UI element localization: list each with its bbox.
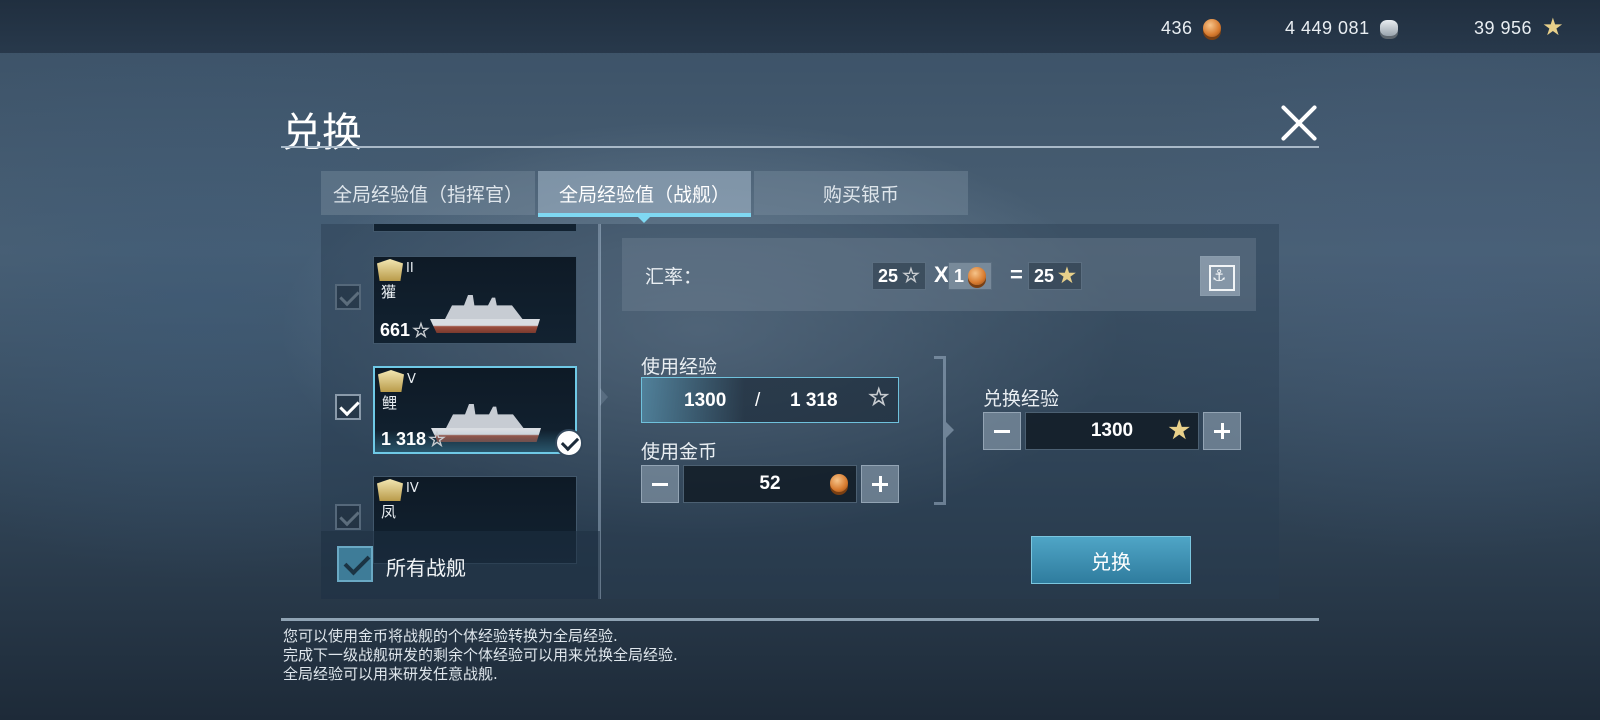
convert-exp-value: 1300	[1090, 420, 1134, 441]
dialog-title: 兑换	[282, 110, 362, 156]
ship-tier: IV	[406, 481, 419, 496]
convert-exp-field[interactable]: 1300 ★	[1025, 412, 1199, 450]
ship-exp: 1 318 ☆	[381, 429, 446, 450]
bracket-divider	[934, 356, 946, 505]
description-line: 您可以使用金币将战舰的个体经验转换为全局经验.	[283, 627, 618, 645]
gold-resource: 436	[1161, 16, 1221, 40]
star-icon: ☆	[412, 319, 430, 342]
tab-buy-silver[interactable]: 购买银币	[754, 171, 968, 215]
bracket-arrow-icon	[946, 422, 954, 438]
description: 您可以使用金币将战舰的个体经验转换为全局经验. 完成下一级战舰研发的剩余个体经验…	[283, 627, 678, 684]
use-exp-separator: /	[755, 390, 761, 411]
use-gold-field[interactable]: 52	[683, 465, 857, 503]
ship-exp: 661 ☆	[380, 320, 430, 341]
rate-equals: =	[1010, 262, 1023, 287]
rate-gold-amount: 1	[954, 265, 965, 286]
use-exp-max: 1 318	[790, 390, 838, 411]
free-exp-star-icon: ★	[1542, 14, 1564, 41]
close-icon[interactable]	[1278, 102, 1320, 144]
use-exp-field[interactable]: 1300 / 1 318 ☆	[641, 377, 899, 423]
exp-minus-button[interactable]	[983, 412, 1021, 450]
title-divider	[281, 146, 1319, 148]
use-exp-value: 1300	[684, 390, 727, 411]
ship-class-icon	[377, 479, 403, 501]
rate-exp-amount: 25	[878, 265, 899, 286]
free-exp-star-icon: ★	[1168, 417, 1190, 444]
tab-commander-exp[interactable]: 全局经验值（指挥官）	[321, 171, 535, 215]
rate-label: 汇率：	[645, 266, 703, 288]
rate-gold-chip: 1	[948, 262, 993, 290]
use-gold-label: 使用金币	[641, 441, 718, 463]
tab-ship-exp[interactable]: 全局经验值（战舰）	[538, 171, 751, 223]
selected-check-icon	[555, 429, 583, 457]
ship-tier: V	[407, 372, 416, 387]
ship-checkbox[interactable]	[335, 394, 361, 420]
star-icon: ☆	[868, 384, 890, 411]
tab-bar: 全局经验值（指挥官） 全局经验值（战舰） 购买银币	[321, 171, 968, 223]
ship-class-icon	[377, 259, 403, 281]
ship-card-partial	[373, 224, 577, 232]
gold-amount: 436	[1161, 17, 1193, 38]
free-exp-resource: 39 956 ★	[1474, 16, 1564, 40]
ship-superstructure	[445, 404, 525, 430]
gold-plus-button[interactable]	[861, 465, 899, 503]
gold-minus-button[interactable]	[641, 465, 679, 503]
ship-tier: II	[406, 261, 414, 276]
free-exp-star-icon: ★	[1058, 265, 1076, 287]
gold-coin-icon	[968, 267, 987, 285]
rate-multiplier: X	[934, 262, 949, 287]
info-icon[interactable]	[1200, 256, 1240, 296]
star-icon: ☆	[902, 265, 920, 287]
description-line: 全局经验可以用来研发任意战舰.	[283, 665, 498, 683]
all-ships-label: 所有战舰	[386, 556, 466, 580]
bottom-divider	[281, 618, 1319, 621]
silver-amount: 4 449 081	[1285, 17, 1370, 38]
silver-coin-icon	[1379, 20, 1398, 36]
description-line: 完成下一级战舰研发的剩余个体经验可以用来兑换全局经验.	[283, 646, 678, 664]
ship-superstructure	[444, 295, 524, 321]
ship-checkbox[interactable]	[335, 284, 361, 310]
all-ships-checkbox[interactable]	[337, 546, 373, 582]
star-icon: ☆	[428, 428, 446, 451]
ship-name: 凤	[381, 503, 397, 521]
silver-resource: 4 449 081	[1285, 16, 1398, 40]
convert-exp-label: 兑换经验	[983, 388, 1060, 410]
use-gold-value: 52	[759, 473, 781, 494]
use-exp-label: 使用经验	[641, 356, 718, 378]
rate-result-chip: 25 ★	[1028, 262, 1082, 290]
exchange-button[interactable]: 兑换	[1031, 536, 1191, 584]
ship-exp-value: 1 318	[381, 429, 427, 449]
ship-exp-value: 661	[380, 320, 411, 340]
ship-class-icon	[378, 370, 404, 392]
ship-name: 獾	[381, 283, 397, 301]
exp-plus-button[interactable]	[1203, 412, 1241, 450]
rate-result-amount: 25	[1034, 265, 1055, 286]
gold-coin-icon	[830, 474, 848, 492]
ship-hull	[430, 319, 540, 333]
ship-checkbox[interactable]	[335, 504, 361, 530]
ship-card[interactable]: II 獾 661 ☆	[373, 256, 577, 344]
rate-exp-chip: 25 ☆	[872, 262, 926, 290]
gold-coin-icon	[1202, 19, 1221, 37]
free-exp-amount: 39 956	[1474, 17, 1533, 38]
ship-card-selected[interactable]: V 鲤 1 318 ☆	[373, 366, 577, 454]
ship-name: 鲤	[382, 394, 398, 412]
